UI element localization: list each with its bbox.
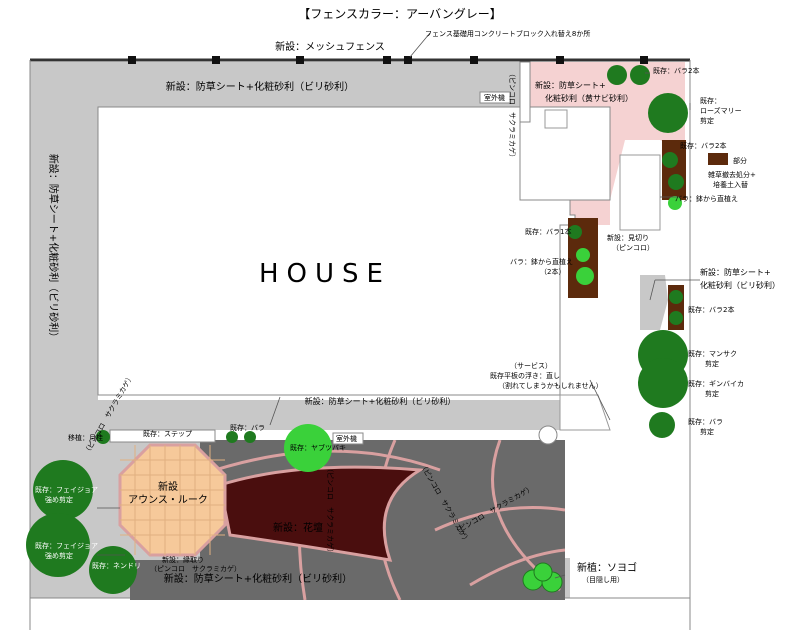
edge-label: 新設：縁取り bbox=[162, 555, 204, 564]
rose-label: 既存：バラ1本 bbox=[525, 227, 571, 236]
mikiri-label: 新設：見切り bbox=[607, 233, 649, 242]
pot-rose-label: バラ：鉢から直植え bbox=[675, 194, 738, 203]
pinkoro-label: （ピンコロ サクラミカゲ） bbox=[326, 465, 335, 556]
rose-tree bbox=[662, 152, 678, 168]
page-title: 【フェンスカラー：アーバングレー】 bbox=[298, 7, 502, 21]
mikiri-label: （ピンコロ） bbox=[612, 244, 654, 252]
pink-gravel-label-1: 新設：防草シート+ bbox=[535, 80, 606, 90]
house-label: HOUSE bbox=[259, 259, 391, 289]
edge-label: （ピンコロ サクラミカゲ） bbox=[150, 564, 241, 573]
rose-label: 既存：バラ bbox=[230, 423, 265, 432]
mansaku-label: 剪定 bbox=[705, 359, 719, 368]
rosemary-label: 既存： bbox=[700, 96, 721, 105]
right-gravel-label: 化粧砂利（ビリ砂利） bbox=[700, 280, 780, 290]
bottom-gravel-label: 新設：防草シート+化粧砂利（ビリ砂利） bbox=[164, 572, 352, 585]
right-gravel-label: 新設：防草シート+ bbox=[700, 267, 771, 277]
service-label: （サービス） bbox=[510, 361, 552, 370]
legend-part-label: 部分 bbox=[733, 156, 747, 165]
rose-prune-label: 剪定 bbox=[700, 427, 714, 436]
rose-label: 既存：バラ2本 bbox=[680, 141, 726, 150]
camellia-label: 既存：ヤブツバキ bbox=[290, 443, 346, 452]
weed-label: 雑草撤去処分+ bbox=[708, 170, 756, 179]
garden-plan: 【フェンスカラー：アーバングレー】 新設：メッシュフェンス フェンス基礎用コンク… bbox=[26, 7, 780, 630]
rose-tree bbox=[649, 412, 675, 438]
pot-rose-tree bbox=[576, 248, 590, 262]
step-label: 既存：ステップ bbox=[143, 429, 192, 438]
pot-rose-tree bbox=[576, 267, 594, 285]
pot-rose-label: バラ：鉢から直植え bbox=[510, 257, 573, 266]
rose-label: 既存：バラ2本 bbox=[688, 305, 734, 314]
rose-tree bbox=[669, 311, 683, 325]
soyogo-label: （目隠し用） bbox=[582, 575, 624, 584]
feijoa-label: 既存：フェイジョア bbox=[35, 541, 98, 550]
feijoa-label: 既存：フェイジョア bbox=[35, 485, 98, 494]
rose-tree bbox=[244, 431, 256, 443]
rose-tree bbox=[630, 65, 650, 85]
left-gravel-label: 新設：防草シート+化粧砂利（ビリ砂利） bbox=[47, 154, 60, 342]
service-label: 既存平板の浮き：直し bbox=[490, 371, 560, 380]
rose-label: 既存：バラ2本 bbox=[653, 66, 699, 75]
soyogo-tree bbox=[533, 562, 553, 582]
rosemary-tree bbox=[648, 93, 688, 133]
rosemary-label: 剪定 bbox=[700, 116, 714, 125]
rose-tree bbox=[607, 65, 627, 85]
outdoor-unit-label: 室外機 bbox=[336, 434, 357, 443]
pinkoro-label: （ピンコロ サクラミカゲ） bbox=[508, 70, 517, 161]
mansaku-label: 既存：マンサク bbox=[688, 349, 737, 358]
ginbaika-label: 既存：ギンバイカ bbox=[688, 379, 744, 388]
existing-tree bbox=[89, 546, 137, 594]
rosemary-label: ローズマリー bbox=[700, 106, 742, 115]
fence-label: 新設：メッシュフェンス bbox=[275, 40, 385, 53]
flowerbed-label: 新設：花壇 bbox=[273, 521, 323, 534]
fence-block-label: フェンス基礎用コンクリートブロック入れ替え8か所 bbox=[425, 29, 590, 38]
approach-label: 新設 bbox=[158, 480, 178, 493]
feijoa-label: 強め剪定 bbox=[45, 551, 73, 560]
mid-gravel-label: 新設：防草シート+化粧砂利（ビリ砂利） bbox=[305, 396, 456, 406]
ginbaika-tree bbox=[638, 358, 688, 408]
rose-tree bbox=[669, 290, 683, 304]
pink-gravel-label-2: 化粧砂利（黄サビ砂利） bbox=[545, 93, 633, 103]
ginbaika-label: 剪定 bbox=[705, 389, 719, 398]
weed-label: 培養土入替 bbox=[713, 180, 748, 189]
service-label: （割れてしまうかもしれません） bbox=[498, 381, 603, 390]
pot-rose-label: （2本） bbox=[540, 267, 565, 276]
soyogo-label: 新植：ソヨゴ bbox=[577, 561, 637, 574]
feijoa-label: 強め剪定 bbox=[45, 495, 73, 504]
rose-tree bbox=[226, 431, 238, 443]
tree-label: 既存：ネンドリ bbox=[92, 561, 141, 570]
rose-tree bbox=[668, 174, 684, 190]
approach-label: アウンス・ルーク bbox=[128, 494, 208, 506]
top-gravel-label: 新設：防草シート+化粧砂利（ビリ砂利） bbox=[166, 80, 354, 93]
outdoor-unit-label: 室外機 bbox=[484, 93, 505, 102]
rose-prune-label: 既存：バラ bbox=[688, 417, 723, 426]
